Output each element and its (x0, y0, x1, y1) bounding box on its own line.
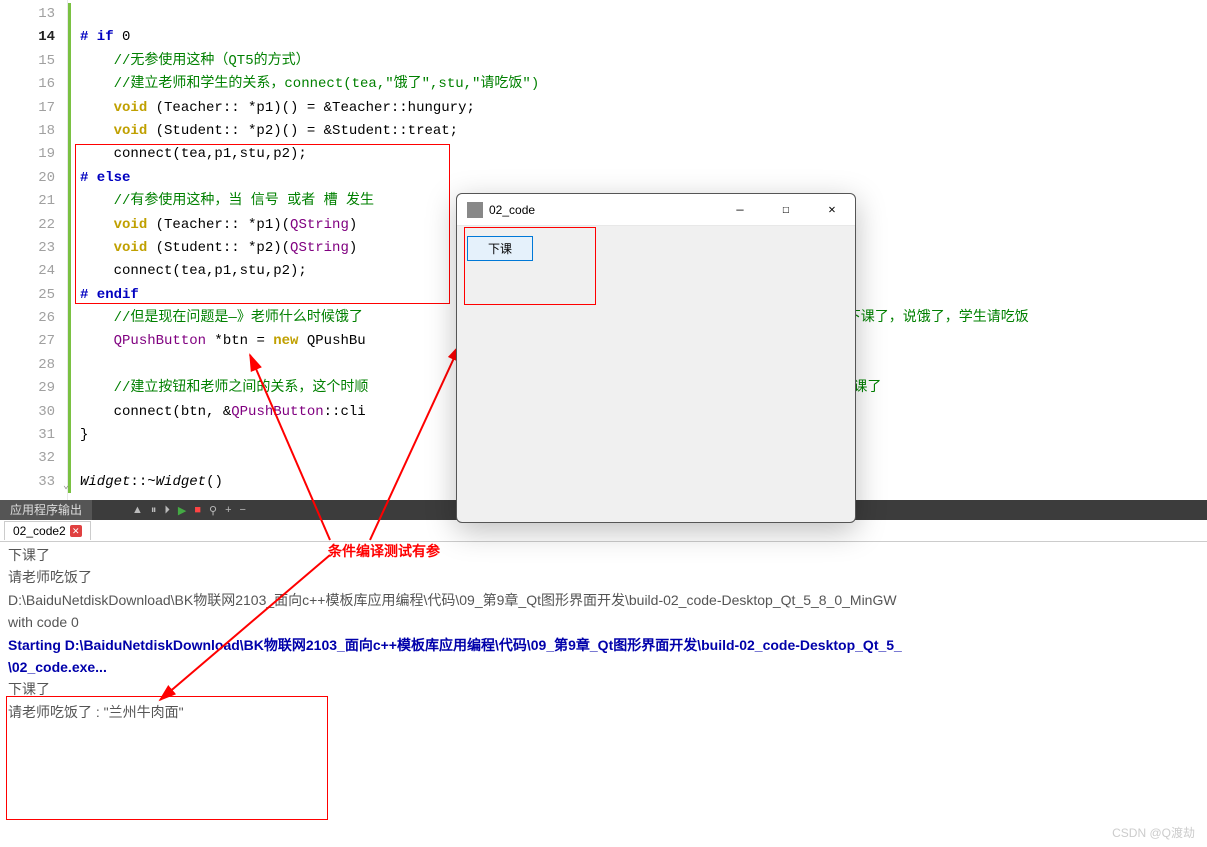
output-line: D:\BaiduNetdiskDownload\BK物联网2103_面向c++模… (8, 589, 1199, 611)
close-icon[interactable]: ✕ (70, 525, 82, 537)
output-tabs: 02_code2 ✕ (0, 520, 1207, 542)
app-icon (467, 202, 483, 218)
line-number: 31 (0, 424, 67, 447)
line-number: 29 (0, 377, 67, 400)
code-line: //无参使用这种（QT5的方式） (80, 50, 1207, 73)
qt-window-title: 02_code (489, 203, 717, 217)
line-number: 17 (0, 97, 67, 120)
line-number: 22 (0, 214, 67, 237)
line-number: 23 (0, 237, 67, 260)
line-number: 20 (0, 167, 67, 190)
plus-icon[interactable]: + (225, 504, 231, 516)
output-body[interactable]: 下课了 请老师吃饭了 D:\BaiduNetdiskDownload\BK物联网… (0, 542, 1207, 847)
output-panel-title: 应用程序输出 (0, 500, 92, 520)
play-icon[interactable]: ▶ (178, 504, 186, 517)
output-line: \02_code.exe... (8, 656, 1199, 678)
line-number: 13 (0, 3, 67, 26)
qt-titlebar[interactable]: 02_code — ☐ ✕ (457, 194, 855, 226)
line-number: 19 (0, 143, 67, 166)
line-number: 21 (0, 190, 67, 213)
output-line: with code 0 (8, 611, 1199, 633)
code-line: //建立老师和学生的关系，connect(tea,"饿了",stu,"请吃饭") (80, 73, 1207, 96)
qt-body: 下课 (457, 226, 855, 271)
stop-icon[interactable]: ■ (194, 504, 201, 516)
line-number: 24 (0, 260, 67, 283)
output-line: 请老师吃饭了 : "兰州牛肉面" (8, 701, 1199, 723)
line-gutter: 13 14 15 16 17 18 19 20 21 22 23 24 25 2… (0, 0, 68, 500)
line-number: 26 (0, 307, 67, 330)
step-icon[interactable]: ⏵ (164, 504, 170, 517)
code-line (80, 3, 1207, 26)
output-line: 下课了 (8, 544, 1199, 566)
run-icon[interactable]: ▲ (132, 504, 143, 516)
line-number: 30 (0, 401, 67, 424)
qt-window[interactable]: 02_code — ☐ ✕ 下课 (456, 193, 856, 523)
output-line: 下课了 (8, 678, 1199, 700)
line-number: 32 (0, 447, 67, 470)
line-number: 18 (0, 120, 67, 143)
watermark: CSDN @Q渡劫 (1112, 824, 1195, 841)
output-tab[interactable]: 02_code2 ✕ (4, 521, 91, 540)
tab-label: 02_code2 (13, 524, 66, 538)
code-line: void (Teacher:: *p1)() = &Teacher::hungu… (80, 97, 1207, 120)
code-line: # if 0 (80, 26, 1207, 49)
pause-icon[interactable]: ⏸ (151, 504, 157, 517)
output-line: 请老师吃饭了 (8, 566, 1199, 588)
output-line: Starting D:\BaiduNetdiskDownload\BK物联网21… (8, 634, 1199, 656)
output-panel: 应用程序输出 ▲ ⏸ ⏵ ▶ ■ ⚲ + − 02_code2 ✕ 下课了 请老… (0, 500, 1207, 847)
line-number: 33⌄ (0, 471, 67, 494)
line-number: 27 (0, 330, 67, 353)
code-line: # else (80, 167, 1207, 190)
minus-icon[interactable]: − (240, 504, 246, 516)
class-over-button[interactable]: 下课 (467, 236, 533, 261)
maximize-button[interactable]: ☐ (763, 194, 809, 225)
line-number: 25 (0, 284, 67, 307)
minimize-button[interactable]: — (717, 194, 763, 225)
line-number: 28 (0, 354, 67, 377)
window-buttons: — ☐ ✕ (717, 194, 855, 225)
line-number: 16 (0, 73, 67, 96)
line-number: 14 (0, 26, 67, 49)
output-toolbar: ▲ ⏸ ⏵ ▶ ■ ⚲ + − (92, 504, 246, 517)
close-button[interactable]: ✕ (809, 194, 855, 225)
code-line: void (Student:: *p2)() = &Student::treat… (80, 120, 1207, 143)
filter-icon[interactable]: ⚲ (209, 504, 217, 517)
line-number: 15 (0, 50, 67, 73)
code-line: connect(tea,p1,stu,p2); (80, 143, 1207, 166)
annotation-text: 条件编译测试有参 (328, 541, 440, 561)
